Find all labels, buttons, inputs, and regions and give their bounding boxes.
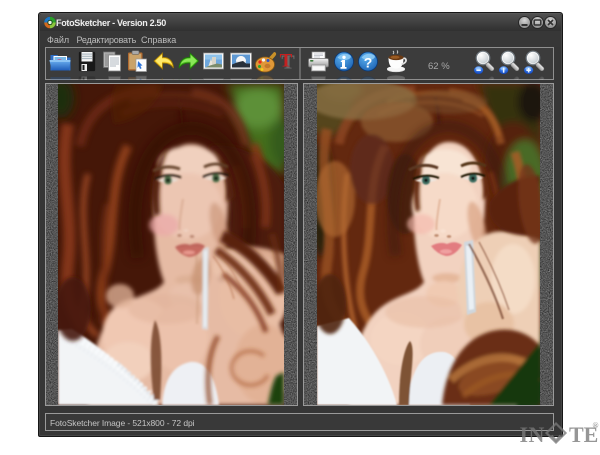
- svg-text:IN: IN: [520, 422, 545, 447]
- svg-text:®: ®: [593, 421, 599, 430]
